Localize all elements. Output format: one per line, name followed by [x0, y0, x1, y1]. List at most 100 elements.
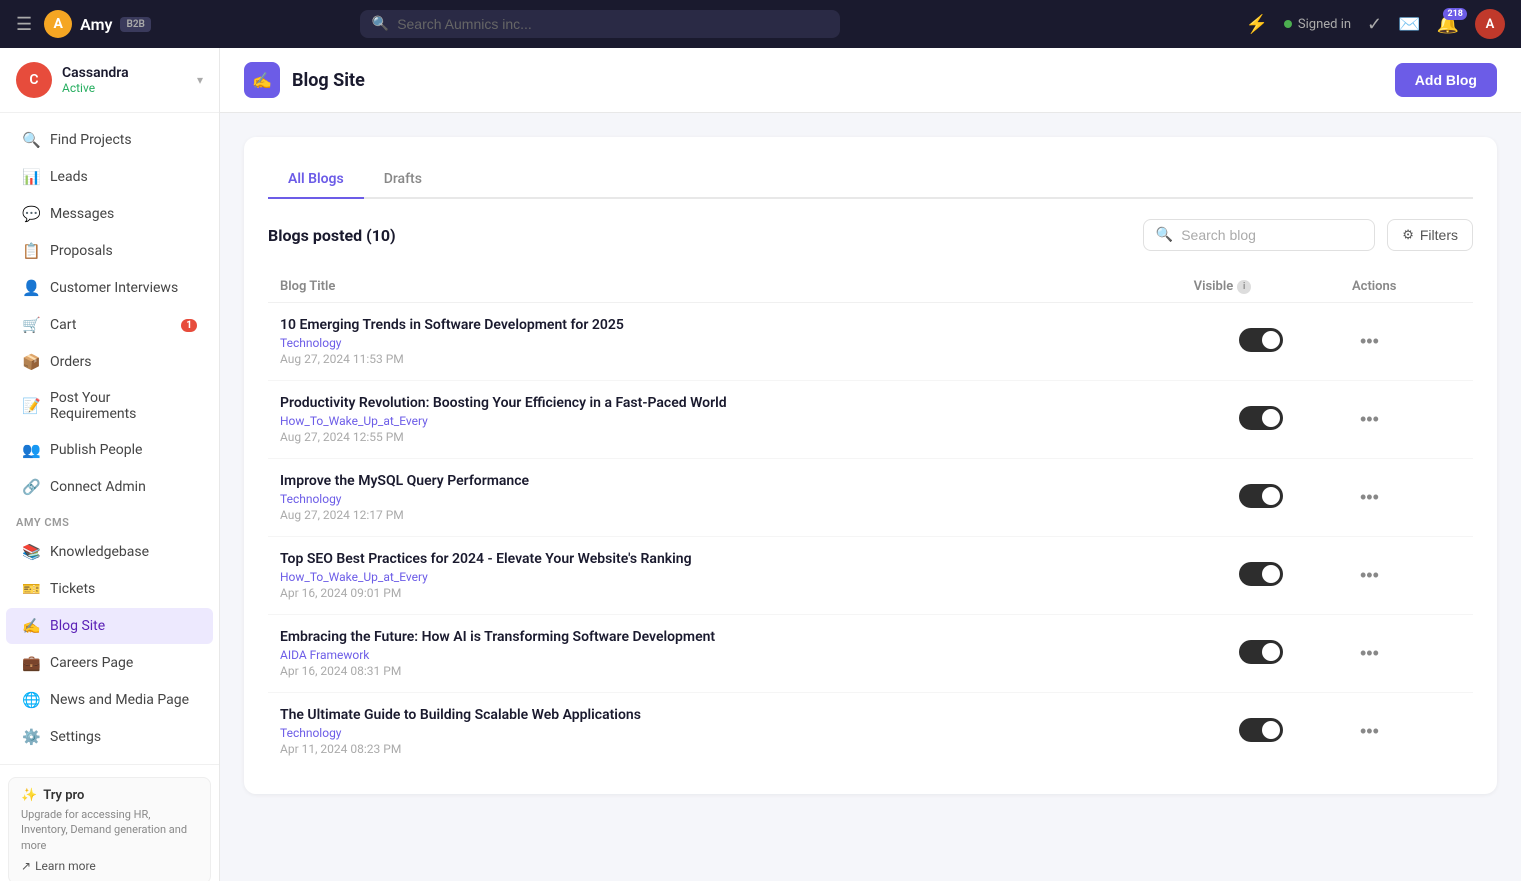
online-dot: [1284, 20, 1292, 28]
more-actions-button[interactable]: •••: [1352, 483, 1387, 512]
top-navigation: ☰ A Amy B2B 🔍 ⚡ Signed in ✓ ✉️ 🔔 218 A: [0, 0, 1521, 48]
sidebar-item-cart[interactable]: 🛒 Cart 1: [6, 307, 213, 343]
search-icon: 🔍: [372, 16, 389, 32]
blog-card: All Blogs Drafts Blogs posted (10) 🔍 ⚙ F…: [244, 137, 1497, 794]
sidebar-item-careers-page[interactable]: 💼 Careers Page: [6, 645, 213, 681]
sidebar-item-knowledgebase[interactable]: 📚 Knowledgebase: [6, 534, 213, 570]
sidebar-item-news-media[interactable]: 🌐 News and Media Page: [6, 682, 213, 718]
orders-icon: 📦: [22, 353, 40, 371]
post-requirements-icon: 📝: [22, 397, 40, 415]
visible-toggle[interactable]: [1239, 640, 1283, 664]
table-row: Top SEO Best Practices for 2024 - Elevat…: [268, 537, 1473, 615]
sidebar-item-label: Cart: [50, 317, 171, 333]
toggle-slider: [1239, 718, 1283, 742]
visible-toggle[interactable]: [1239, 328, 1283, 352]
sidebar-item-post-requirements[interactable]: 📝 Post Your Requirements: [6, 381, 213, 431]
blog-category: How_To_Wake_Up_at_Every: [280, 570, 1170, 584]
visible-toggle[interactable]: [1239, 406, 1283, 430]
sidebar-user-info: Cassandra Active: [62, 65, 187, 95]
sidebar-item-label: News and Media Page: [50, 692, 197, 708]
blog-table: Blog Title Visible i Actions: [268, 271, 1473, 770]
blog-title: Embracing the Future: How AI is Transfor…: [280, 629, 1170, 645]
activity-icon[interactable]: ⚡: [1245, 14, 1267, 35]
blog-content: All Blogs Drafts Blogs posted (10) 🔍 ⚙ F…: [220, 113, 1521, 818]
sidebar-item-label: Blog Site: [50, 618, 197, 634]
visible-toggle[interactable]: [1239, 484, 1283, 508]
sidebar-item-label: Careers Page: [50, 655, 197, 671]
blog-date: Apr 11, 2024 08:23 PM: [280, 742, 1170, 756]
cart-badge: 1: [181, 319, 197, 332]
sidebar-bottom: ✨ Try pro Upgrade for accessing HR, Inve…: [0, 764, 219, 881]
sidebar-item-publish-people[interactable]: 👥 Publish People: [6, 432, 213, 468]
more-actions-button[interactable]: •••: [1352, 561, 1387, 590]
learn-more-label: Learn more: [35, 859, 96, 873]
blog-title: Top SEO Best Practices for 2024 - Elevat…: [280, 551, 1170, 567]
more-actions-button[interactable]: •••: [1352, 405, 1387, 434]
table-row: The Ultimate Guide to Building Scalable …: [268, 693, 1473, 771]
blog-visible-cell: [1182, 615, 1340, 693]
sidebar: C Cassandra Active ▾ 🔍 Find Projects 📊 L…: [0, 48, 220, 881]
blog-title-cell: Productivity Revolution: Boosting Your E…: [268, 381, 1182, 459]
toggle-slider: [1239, 406, 1283, 430]
sidebar-user[interactable]: C Cassandra Active ▾: [0, 48, 219, 113]
sidebar-item-find-projects[interactable]: 🔍 Find Projects: [6, 122, 213, 158]
check-icon[interactable]: ✓: [1367, 14, 1382, 35]
app-logo: A Amy B2B: [44, 10, 151, 38]
search-blog-input[interactable]: [1181, 227, 1362, 243]
blog-visible-cell: [1182, 381, 1340, 459]
sidebar-item-label: Orders: [50, 354, 197, 370]
publish-people-icon: 👥: [22, 441, 40, 459]
blog-category: Technology: [280, 492, 1170, 506]
table-row: Productivity Revolution: Boosting Your E…: [268, 381, 1473, 459]
blog-actions-cell: •••: [1340, 693, 1473, 771]
tickets-icon: 🎫: [22, 580, 40, 598]
blog-title-cell: 10 Emerging Trends in Software Developme…: [268, 303, 1182, 381]
tab-all-blogs[interactable]: All Blogs: [268, 161, 364, 199]
news-media-icon: 🌐: [22, 691, 40, 709]
sidebar-item-settings[interactable]: ⚙️ Settings: [6, 719, 213, 755]
sidebar-item-label: Publish People: [50, 442, 197, 458]
sidebar-item-connect-admin[interactable]: 🔗 Connect Admin: [6, 469, 213, 505]
visible-info-icon[interactable]: i: [1237, 280, 1251, 294]
user-avatar[interactable]: A: [1475, 9, 1505, 39]
blog-title: 10 Emerging Trends in Software Developme…: [280, 317, 1170, 333]
global-search-input[interactable]: [397, 16, 828, 32]
topnav-right: ⚡ Signed in ✓ ✉️ 🔔 218 A: [1245, 9, 1505, 39]
blog-site-icon: ✍️: [22, 617, 40, 635]
toggle-slider: [1239, 484, 1283, 508]
visible-toggle[interactable]: [1239, 718, 1283, 742]
sidebar-status: Active: [62, 81, 187, 95]
col-visible: Visible i: [1182, 271, 1340, 303]
sidebar-item-messages[interactable]: 💬 Messages: [6, 196, 213, 232]
blog-actions-cell: •••: [1340, 381, 1473, 459]
sidebar-item-blog-site[interactable]: ✍️ Blog Site: [6, 608, 213, 644]
sidebar-item-label: Post Your Requirements: [50, 390, 197, 422]
sidebar-item-customer-interviews[interactable]: 👤 Customer Interviews: [6, 270, 213, 306]
learn-more-link[interactable]: ↗ Learn more: [21, 859, 198, 873]
sidebar-item-proposals[interactable]: 📋 Proposals: [6, 233, 213, 269]
sidebar-item-tickets[interactable]: 🎫 Tickets: [6, 571, 213, 607]
sidebar-item-orders[interactable]: 📦 Orders: [6, 344, 213, 380]
toolbar-right: 🔍 ⚙ Filters: [1143, 219, 1473, 251]
sidebar-item-label: Messages: [50, 206, 197, 222]
table-row: Improve the MySQL Query Performance Tech…: [268, 459, 1473, 537]
add-blog-button[interactable]: Add Blog: [1395, 63, 1497, 97]
main-layout: C Cassandra Active ▾ 🔍 Find Projects 📊 L…: [0, 48, 1521, 881]
hamburger-icon[interactable]: ☰: [16, 14, 32, 35]
sidebar-item-leads[interactable]: 📊 Leads: [6, 159, 213, 195]
more-actions-button[interactable]: •••: [1352, 717, 1387, 746]
notification-bell[interactable]: 🔔 218: [1437, 14, 1459, 35]
more-actions-button[interactable]: •••: [1352, 327, 1387, 356]
sidebar-nav: 🔍 Find Projects 📊 Leads 💬 Messages 📋 Pro…: [0, 113, 219, 764]
blogs-count: Blogs posted (10): [268, 226, 396, 245]
more-actions-button[interactable]: •••: [1352, 639, 1387, 668]
mail-icon[interactable]: ✉️: [1398, 14, 1420, 35]
toggle-slider: [1239, 562, 1283, 586]
notification-count: 218: [1443, 8, 1467, 20]
filters-button[interactable]: ⚙ Filters: [1387, 219, 1473, 251]
visible-toggle[interactable]: [1239, 562, 1283, 586]
search-blog-icon: 🔍: [1156, 227, 1173, 243]
tab-drafts[interactable]: Drafts: [364, 161, 442, 199]
global-search: 🔍: [360, 10, 840, 38]
blog-title: Improve the MySQL Query Performance: [280, 473, 1170, 489]
